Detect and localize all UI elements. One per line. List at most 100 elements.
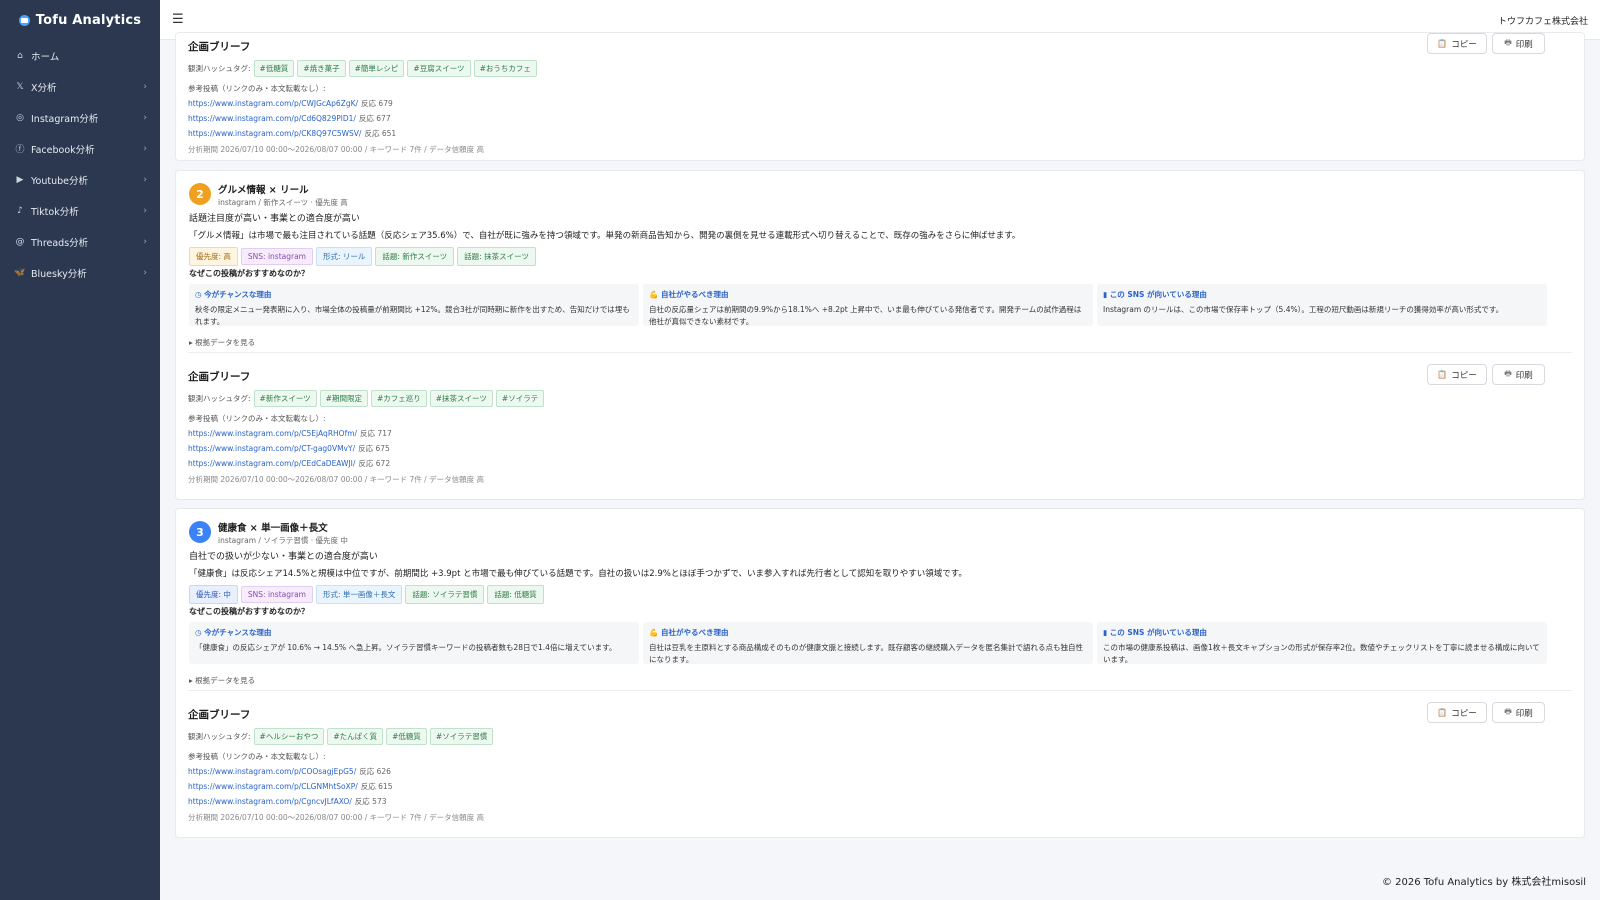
reason-heading: ◷ 今がチャンスな理由 (195, 628, 272, 637)
reference-link[interactable]: https://www.instagram.com/p/C5EjAqRHOfm/… (188, 428, 392, 439)
facebook-icon: ⓕ (15, 145, 25, 155)
sidebar-item-facebook[interactable]: ⓕ Facebook分析 › (0, 133, 160, 164)
hashtag-tag: #簡単レシピ (348, 60, 405, 77)
sns-chip: SNS: instagram (240, 586, 313, 603)
hashtag-tag: #新作スイーツ (253, 390, 317, 407)
topic-chip: 話題: 低糖質 (487, 585, 544, 604)
hashtag-tag: #ソイラテ習慣 (429, 728, 494, 745)
printer-icon: 🖶 (1504, 37, 1512, 47)
sidebar-item-label: Facebook分析 (31, 144, 95, 156)
hashtag-label: 観測ハッシュタグ: (188, 732, 251, 741)
sidebar-item-instagram[interactable]: ◎ Instagram分析 › (0, 102, 160, 133)
reference-link[interactable]: https://www.instagram.com/p/Cd6Q829PlD1/… (188, 113, 391, 124)
x-icon: 𝕏 (16, 81, 24, 92)
proposal-description: 「グルメ情報」は市場で最も注目されている話題（反応シェア35.6%）で、自社が既… (189, 231, 1021, 241)
clipboard-icon: 📋 (1437, 708, 1448, 717)
reason-heading: ▮ この SNS が向いている理由 (1103, 628, 1207, 637)
hashtag-row: 観測ハッシュタグ: #低糖質 #焼き菓子 #簡単レシピ #豆腐スイーツ #おうち… (188, 60, 537, 77)
sidebar-item-label: Bluesky分析 (31, 268, 87, 280)
home-icon: ⌂ (17, 50, 23, 61)
reference-link[interactable]: https://www.instagram.com/p/CgncvJLfAXO/… (188, 796, 387, 807)
analysis-meta: 分析期間 2026/07/10 00:00〜2026/08/07 00:00 /… (188, 813, 484, 822)
sidebar-item-bluesky[interactable]: 🦋 Bluesky分析 › (0, 257, 160, 288)
hamburger-icon[interactable]: ☰ (172, 12, 184, 27)
reference-link[interactable]: https://www.instagram.com/p/CK8Q97C5WSV/… (188, 128, 396, 139)
copy-button[interactable]: 📋 コピー (1427, 33, 1487, 54)
sidebar-item-label: Instagram分析 (31, 113, 99, 125)
why-heading: なぜこの投稿がおすすめなのか？ (189, 269, 309, 278)
proposal-subtitle: instagram / ソイラテ習慣 · 優先度 中 (218, 536, 348, 545)
sidebar-item-youtube[interactable]: ▶ Youtube分析 › (0, 164, 160, 195)
evidence-toggle[interactable]: ▸ 根拠データを見る (189, 337, 255, 348)
hashtag-tag: #たんぱく質 (327, 728, 384, 745)
instagram-icon: ◎ (16, 112, 24, 123)
hashtag-label: 観測ハッシュタグ: (188, 394, 251, 403)
reason-heading: 💪 自社がやるべき理由 (649, 290, 729, 299)
hashtag-tag: #ヘルシーおやつ (253, 728, 325, 745)
divider (188, 352, 1572, 353)
refs-label: 参考投稿（リンクのみ・本文転載なし）: (188, 84, 326, 93)
print-button[interactable]: 🖶 印刷 (1492, 702, 1545, 723)
analysis-meta: 分析期間 2026/07/10 00:00〜2026/08/07 00:00 /… (188, 475, 484, 484)
chip-row: 優先度: 高 SNS: instagram 形式: リール 話題: 新作スイーツ… (189, 247, 536, 266)
sidebar-item-tiktok[interactable]: ♪ Tiktok分析 › (0, 195, 160, 226)
phone-icon: ▮ (1103, 290, 1110, 299)
hashtag-tag: #期間限定 (319, 390, 368, 407)
refs-label: 参考投稿（リンクのみ・本文転載なし）: (188, 414, 326, 423)
sidebar-item-threads[interactable]: @ Threads分析 › (0, 226, 160, 257)
reason-text: この市場の健康系投稿は、画像1枚＋長文キャプションの形式が保存率2位。数値やチェ… (1103, 643, 1540, 664)
topic-chip: 話題: 抹茶スイーツ (457, 247, 536, 266)
reason-card: 💪 自社がやるべき理由 自社の反応量シェアは前期間の9.9%から18.1%へ +… (643, 284, 1093, 326)
reason-text: 「健康食」の反応シェアが 10.6% → 14.5% へ急上昇。ソイラテ習慣キー… (195, 643, 617, 652)
printer-icon: 🖶 (1504, 368, 1512, 378)
sidebar-item-label: X分析 (31, 82, 57, 94)
chevron-right-icon: › (143, 143, 147, 154)
reference-link[interactable]: https://www.instagram.com/p/COOsagjEpG5/… (188, 766, 391, 777)
hashtag-tag: #低糖質 (386, 728, 427, 745)
tiktok-icon: ♪ (17, 205, 23, 216)
chevron-right-icon: › (143, 112, 147, 123)
sidebar: Tofu Analytics ⌂ ホーム 𝕏 X分析 › ◎ Instagram分析 › ⓕ Fa… (0, 0, 160, 900)
company-name: トウフカフェ株式会社 (1497, 17, 1588, 27)
sidebar-item-label: ホーム (31, 51, 60, 63)
tofu-logo-icon (18, 14, 30, 26)
sidebar-item-home[interactable]: ⌂ ホーム (0, 40, 160, 71)
reference-link[interactable]: https://www.instagram.com/p/CWJGcAp6ZgK/… (188, 98, 393, 109)
reference-link[interactable]: https://www.instagram.com/p/CEdCaDEAWJI/… (188, 458, 390, 469)
phone-icon: ▮ (1103, 628, 1110, 637)
clipboard-icon: 📋 (1437, 370, 1448, 379)
proposal-subtitle: instagram / 新作スイーツ · 優先度 高 (218, 198, 348, 207)
copy-button[interactable]: 📋 コピー (1427, 364, 1487, 385)
proposal-card: 2 グルメ情報 × リール instagram / 新作スイーツ · 優先度 高… (175, 170, 1585, 500)
analysis-meta: 分析期間 2026/07/10 00:00〜2026/08/07 00:00 /… (188, 145, 484, 154)
reason-text: Instagram のリールは、この市場で保存率トップ（5.4%）。工程の短尺動… (1103, 305, 1504, 314)
topic-chip: 話題: 新作スイーツ (375, 247, 455, 266)
evidence-toggle[interactable]: ▸ 根拠データを見る (189, 675, 255, 686)
print-button[interactable]: 🖶 印刷 (1492, 364, 1545, 385)
hashtag-tag: #抹茶スイーツ (429, 390, 493, 407)
proposal-title: グルメ情報 × リール (218, 185, 309, 196)
clock-icon: ◷ (195, 628, 205, 637)
hashtag-tag: #ソイラテ (495, 390, 545, 407)
sidebar-item-x[interactable]: 𝕏 X分析 › (0, 71, 160, 102)
reason-card: 💪 自社がやるべき理由 自社は豆乳を主原料とする商品構成そのものが健康文脈と接続… (643, 622, 1093, 664)
bluesky-icon: 🦋 (14, 267, 26, 278)
reason-heading: 💪 自社がやるべき理由 (649, 628, 729, 637)
reason-heading: ▮ この SNS が向いている理由 (1103, 290, 1207, 299)
topic-chip: 話題: ソイラテ習慣 (405, 585, 485, 604)
brief-card: 企画ブリーフ 📋 コピー 🖶 印刷 観測ハッシュタグ: #低糖質 #焼き菓子 #簡単… (175, 32, 1585, 161)
chip-row: 優先度: 中 SNS: instagram 形式: 単一画像＋長文 話題: ソイ… (189, 585, 544, 604)
hashtag-tag: #焼き菓子 (297, 60, 346, 77)
reference-link[interactable]: https://www.instagram.com/p/CLGNMhtSoXP/… (188, 781, 392, 792)
hashtag-tag: #おうちカフェ (473, 60, 537, 77)
reference-link[interactable]: https://www.instagram.com/p/CT-gag0VMvY/… (188, 443, 390, 454)
format-chip: 形式: リール (316, 247, 373, 266)
print-button[interactable]: 🖶 印刷 (1492, 33, 1545, 54)
hashtag-tag: #低糖質 (253, 60, 295, 77)
reason-card: ▮ この SNS が向いている理由 Instagram のリールは、この市場で保… (1097, 284, 1547, 326)
brand[interactable]: Tofu Analytics (0, 0, 160, 40)
sidebar-item-label: Threads分析 (31, 237, 89, 249)
footer-copyright: © 2026 Tofu Analytics by 株式会社misosil (1381, 877, 1586, 888)
muscle-icon: 💪 (649, 628, 661, 637)
copy-button[interactable]: 📋 コピー (1427, 702, 1487, 723)
